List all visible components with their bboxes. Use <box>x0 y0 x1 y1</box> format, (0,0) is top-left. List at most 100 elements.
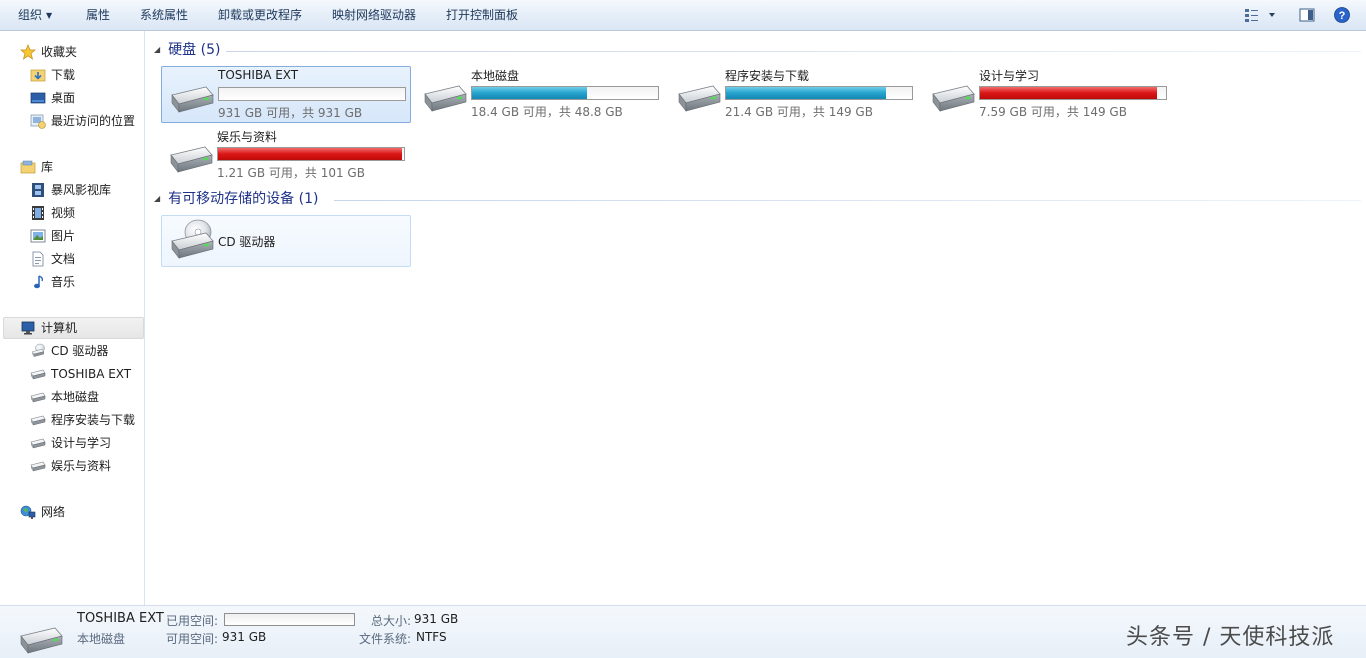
drive-space-info: 21.4 GB 可用，共 149 GB <box>725 105 873 119</box>
properties-button[interactable]: 属性 <box>86 0 110 31</box>
drive-tile-toshiba-ext[interactable]: TOSHIBA EXT 931 GB 可用，共 931 GB <box>161 66 411 123</box>
watermark: 头条号 / 天使科技派 <box>1126 625 1335 650</box>
navigation-pane: 收藏夹 下载 桌面 最近访问的位置 库 暴风影视库 视频 图片 文档 音乐 计算… <box>0 31 145 605</box>
nav-item-label: 下载 <box>51 68 76 82</box>
nav-item-label: 视频 <box>51 206 76 220</box>
library-icon <box>20 159 36 175</box>
details-usage-bar <box>224 613 355 626</box>
drive-tile-design[interactable]: 设计与学习 7.59 GB 可用，共 149 GB <box>923 66 1173 123</box>
hard-drive-icon <box>30 366 46 382</box>
details-total-value: 931 GB <box>414 612 459 626</box>
chevron-down-icon: ▼ <box>46 11 53 20</box>
drive-usage-bar <box>979 86 1167 100</box>
svg-text:?: ? <box>1339 10 1346 22</box>
drive-usage-bar <box>218 87 406 101</box>
nav-network-label: 网络 <box>41 505 66 519</box>
desktop-icon <box>30 90 46 106</box>
group-divider <box>226 51 1361 52</box>
drive-tile-programs[interactable]: 程序安装与下载 21.4 GB 可用，共 149 GB <box>669 66 919 123</box>
nav-item-label: 音乐 <box>51 275 76 289</box>
video-icon <box>30 205 46 221</box>
computer-icon <box>20 320 36 336</box>
content-pane: ◢ 硬盘 (5) TOSHIBA EXT 931 GB 可用，共 931 GB 本… <box>146 31 1366 605</box>
drive-usage-fill <box>980 87 1157 99</box>
uninstall-program-button[interactable]: 卸载或更改程序 <box>218 0 302 31</box>
details-free-value: 931 GB <box>222 630 267 644</box>
group-title: 硬盘 (5) <box>168 42 221 58</box>
nav-item-label: 娱乐与资料 <box>51 459 112 473</box>
map-network-drive-button[interactable]: 映射网络驱动器 <box>332 0 416 31</box>
details-drive-type: 本地磁盘 <box>77 632 126 646</box>
drive-space-info: 7.59 GB 可用，共 149 GB <box>979 105 1127 119</box>
cd-drive-icon <box>166 219 214 263</box>
drive-space-info: 1.21 GB 可用，共 101 GB <box>217 166 365 180</box>
group-header-removable[interactable]: ◢ 有可移动存储的设备 (1) <box>154 189 318 209</box>
nav-libraries-label: 库 <box>41 160 54 174</box>
organize-menu-button[interactable]: 组织 ▼ <box>18 0 52 31</box>
hard-drive-icon <box>30 412 46 428</box>
hard-drive-icon <box>419 80 467 116</box>
nav-item-label: 文档 <box>51 252 76 266</box>
details-total-label: 总大小: <box>371 614 412 628</box>
details-used-label: 已用空间: <box>166 614 219 628</box>
nav-item-label: CD 驱动器 <box>51 344 109 358</box>
system-properties-button[interactable]: 系统属性 <box>140 0 188 31</box>
drive-usage-bar <box>471 86 659 100</box>
hard-drive-icon <box>30 458 46 474</box>
group-title: 有可移动存储的设备 (1) <box>168 191 319 207</box>
hard-drive-icon <box>166 81 214 117</box>
nav-item-label: 程序安装与下载 <box>51 413 136 427</box>
details-drive-name: TOSHIBA EXT <box>77 611 164 626</box>
open-control-panel-button[interactable]: 打开控制面板 <box>446 0 518 31</box>
organize-label: 组织 <box>18 8 43 22</box>
group-header-hard-disks[interactable]: ◢ 硬盘 (5) <box>154 40 220 60</box>
nav-item-label: 暴风影视库 <box>51 183 112 197</box>
drive-name: 程序安装与下载 <box>725 69 810 83</box>
drive-usage-bar <box>725 86 913 100</box>
preview-pane-icon[interactable] <box>1299 7 1315 23</box>
picture-icon <box>30 228 46 244</box>
details-free-label: 可用空间: <box>166 632 219 646</box>
drive-name: TOSHIBA EXT <box>218 68 299 82</box>
music-note-icon <box>30 274 46 290</box>
network-icon <box>20 504 36 520</box>
nav-favorites-label: 收藏夹 <box>41 45 78 59</box>
nav-item-label: 本地磁盘 <box>51 390 100 404</box>
view-options-icon[interactable] <box>1244 7 1278 23</box>
drive-usage-fill <box>726 87 886 99</box>
collapse-triangle-icon[interactable]: ◢ <box>154 40 160 60</box>
nav-item-label: 桌面 <box>51 91 76 105</box>
cd-drive-icon <box>30 343 46 359</box>
drive-tile-cd[interactable]: CD 驱动器 <box>161 215 411 267</box>
nav-item-label: 设计与学习 <box>51 436 112 450</box>
drive-space-info: 931 GB 可用，共 931 GB <box>218 106 363 120</box>
drive-name: CD 驱动器 <box>218 235 276 249</box>
command-bar: 组织 ▼ 属性 系统属性 卸载或更改程序 映射网络驱动器 打开控制面板 ? <box>0 0 1366 31</box>
hard-drive-icon <box>15 622 63 658</box>
details-filesystem-value: NTFS <box>416 630 447 644</box>
document-icon <box>30 251 46 267</box>
nav-item-label: 最近访问的位置 <box>51 114 136 128</box>
nav-computer-label: 计算机 <box>41 321 78 335</box>
downloads-folder-icon <box>30 67 46 83</box>
nav-item-label: 图片 <box>51 229 76 243</box>
star-icon <box>20 44 36 60</box>
hard-drive-icon <box>673 80 721 116</box>
recent-places-icon <box>30 113 46 129</box>
hard-drive-icon <box>30 389 46 405</box>
hard-drive-icon <box>30 435 46 451</box>
hard-drive-icon <box>927 80 975 116</box>
group-divider <box>334 200 1361 201</box>
collapse-triangle-icon[interactable]: ◢ <box>154 189 160 209</box>
details-filesystem-label: 文件系统: <box>359 632 412 646</box>
drive-tile-local-disk[interactable]: 本地磁盘 18.4 GB 可用，共 48.8 GB <box>415 66 665 123</box>
drive-space-info: 18.4 GB 可用，共 48.8 GB <box>471 105 623 119</box>
drive-name: 娱乐与资料 <box>217 130 278 144</box>
film-strip-icon <box>30 182 46 198</box>
help-icon[interactable]: ? <box>1334 7 1350 23</box>
drive-usage-fill <box>218 148 403 160</box>
drive-usage-fill <box>472 87 588 99</box>
drive-usage-bar <box>217 147 405 161</box>
nav-item-label: TOSHIBA EXT <box>51 367 132 381</box>
drive-tile-entertainment[interactable]: 娱乐与资料 1.21 GB 可用，共 101 GB <box>161 127 411 184</box>
